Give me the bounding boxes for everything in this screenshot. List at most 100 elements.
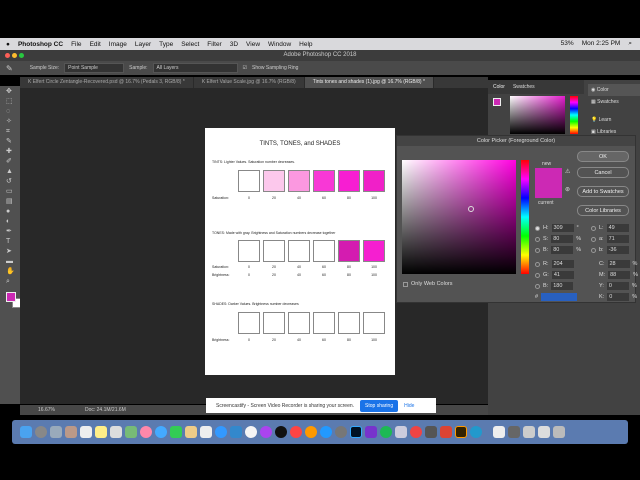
- pen-tool-icon[interactable]: ✒: [6, 228, 14, 236]
- stack-icon[interactable]: [523, 426, 535, 438]
- panel-color-field[interactable]: [510, 96, 565, 134]
- web-safe-icon[interactable]: ⊛: [565, 186, 570, 193]
- cancel-button[interactable]: Cancel: [577, 167, 629, 178]
- doc-size[interactable]: Doc: 24.1M/21.6M: [85, 405, 126, 415]
- tab-zentangle[interactable]: K Elfert Circle Zentangle-Recovered.psd …: [20, 77, 194, 88]
- maps-icon[interactable]: [125, 426, 137, 438]
- apple-icon[interactable]: ●: [6, 41, 10, 48]
- spotify-icon[interactable]: [380, 426, 392, 438]
- gamut-warning-icon[interactable]: ⚠: [565, 168, 570, 175]
- crop-tool-icon[interactable]: ⌗: [6, 128, 14, 136]
- trash-icon[interactable]: [553, 426, 565, 438]
- magenta-field[interactable]: M: 88%: [599, 271, 638, 279]
- chrome-icon[interactable]: [410, 426, 422, 438]
- yellow-field[interactable]: Y: 0%: [599, 282, 637, 290]
- news-icon[interactable]: [290, 426, 302, 438]
- powerpoint-icon[interactable]: [440, 426, 452, 438]
- blur-tool-icon[interactable]: ●: [6, 208, 14, 216]
- saturation-field[interactable]: S: 80%: [535, 235, 581, 243]
- numbers-icon[interactable]: [200, 426, 212, 438]
- hand-tool-icon[interactable]: ✋: [6, 268, 15, 276]
- app-store-icon[interactable]: [320, 426, 332, 438]
- only-web-colors-checkbox[interactable]: Only Web Colors: [403, 281, 452, 287]
- brightness-field[interactable]: B: 80%: [535, 246, 581, 254]
- marquee-tool-icon[interactable]: ⬚: [6, 98, 14, 106]
- menu-view[interactable]: View: [246, 41, 260, 48]
- facetime-icon[interactable]: [170, 426, 182, 438]
- menu-select[interactable]: Select: [181, 41, 199, 48]
- zoom-button[interactable]: [19, 53, 24, 58]
- side-color[interactable]: ◉ Color: [588, 84, 640, 96]
- hide-link[interactable]: Hide: [404, 403, 414, 409]
- system-preferences-icon[interactable]: [335, 426, 347, 438]
- hue-slider[interactable]: [521, 160, 529, 274]
- tv-icon[interactable]: [275, 426, 287, 438]
- photos-icon[interactable]: [140, 426, 152, 438]
- pages-icon[interactable]: [185, 426, 197, 438]
- show-ring-checkbox[interactable]: ☑: [243, 65, 247, 71]
- messages-icon[interactable]: [155, 426, 167, 438]
- healing-tool-icon[interactable]: ✚: [6, 148, 14, 156]
- menu-help[interactable]: Help: [299, 41, 312, 48]
- cyan-field[interactable]: C: 28%: [599, 260, 637, 268]
- reminders-icon[interactable]: [110, 426, 122, 438]
- close-button[interactable]: [5, 53, 10, 58]
- dodge-tool-icon[interactable]: ◐: [6, 218, 14, 226]
- history-brush-icon[interactable]: ↺: [6, 178, 14, 186]
- stop-sharing-button[interactable]: Stop sharing: [360, 399, 399, 412]
- camera-icon[interactable]: [425, 426, 437, 438]
- shape-tool-icon[interactable]: ▬: [6, 258, 14, 266]
- quick-select-icon[interactable]: ✧: [6, 118, 14, 126]
- side-swatches[interactable]: ▦ Swatches: [588, 96, 640, 108]
- foreground-color[interactable]: [6, 292, 16, 302]
- zoom-level[interactable]: 16.67%: [38, 405, 55, 415]
- hue-field[interactable]: H: 309 °: [535, 224, 579, 232]
- menu-edit[interactable]: Edit: [90, 41, 101, 48]
- books-icon[interactable]: [305, 426, 317, 438]
- calendar-icon[interactable]: [80, 426, 92, 438]
- blue-field[interactable]: B: 180: [535, 282, 574, 290]
- quicktime-icon[interactable]: [470, 426, 482, 438]
- tab-color[interactable]: Color: [493, 84, 505, 90]
- menu-layer[interactable]: Layer: [135, 41, 151, 48]
- sample-size-select[interactable]: Point Sample: [64, 63, 125, 73]
- lasso-tool-icon[interactable]: ◌: [6, 108, 14, 116]
- color-libraries-button[interactable]: Color Libraries: [577, 205, 629, 216]
- lab-b-field[interactable]: b: -36: [591, 246, 629, 254]
- red-field[interactable]: R: 204: [535, 260, 574, 268]
- stamp-tool-icon[interactable]: ▲: [6, 168, 14, 176]
- lab-l-field[interactable]: L: 49: [591, 224, 629, 232]
- illustrator-icon[interactable]: [455, 426, 467, 438]
- lab-a-field[interactable]: a: 71: [591, 235, 629, 243]
- eraser-tool-icon[interactable]: ▭: [6, 188, 14, 196]
- panel-hue-slider[interactable]: [570, 96, 578, 134]
- minimize-button[interactable]: [12, 53, 17, 58]
- zoom-tool-icon[interactable]: ⌕: [6, 278, 14, 286]
- podcasts-icon[interactable]: [260, 426, 272, 438]
- menu-filter[interactable]: Filter: [207, 41, 221, 48]
- photoshop-icon[interactable]: [350, 426, 362, 438]
- menu-3d[interactable]: 3D: [230, 41, 238, 48]
- imovie-icon[interactable]: [365, 426, 377, 438]
- launchpad-icon[interactable]: [35, 426, 47, 438]
- color-cursor[interactable]: [468, 206, 474, 212]
- menu-image[interactable]: Image: [109, 41, 127, 48]
- eyedropper-tool-icon[interactable]: ✎: [6, 138, 14, 146]
- type-tool-icon[interactable]: T: [6, 238, 14, 246]
- tab-value-scale[interactable]: K Elfert Value Scale.jpg @ 16.7% (RGB/8): [194, 77, 305, 88]
- document-page[interactable]: TINTS, TONES, and SHADES TINTS: Lighter …: [205, 128, 395, 375]
- ok-button[interactable]: OK: [577, 151, 629, 162]
- finder-icon[interactable]: [20, 426, 32, 438]
- preview-icon[interactable]: [50, 426, 62, 438]
- contacts-icon[interactable]: [65, 426, 77, 438]
- menu-window[interactable]: Window: [268, 41, 291, 48]
- menu-file[interactable]: File: [71, 41, 81, 48]
- eyedropper-icon[interactable]: ✎: [6, 64, 13, 73]
- brush-tool-icon[interactable]: ✐: [6, 158, 14, 166]
- gradient-tool-icon[interactable]: ▤: [6, 198, 14, 206]
- notes-icon[interactable]: [95, 426, 107, 438]
- menu-app[interactable]: Photoshop CC: [18, 41, 63, 48]
- tab-swatches[interactable]: Swatches: [513, 84, 535, 90]
- search-icon[interactable]: ⌕: [628, 40, 632, 48]
- tab-tints-tones[interactable]: Tints tones and shades (1).jpg @ 16.7% (…: [304, 77, 434, 88]
